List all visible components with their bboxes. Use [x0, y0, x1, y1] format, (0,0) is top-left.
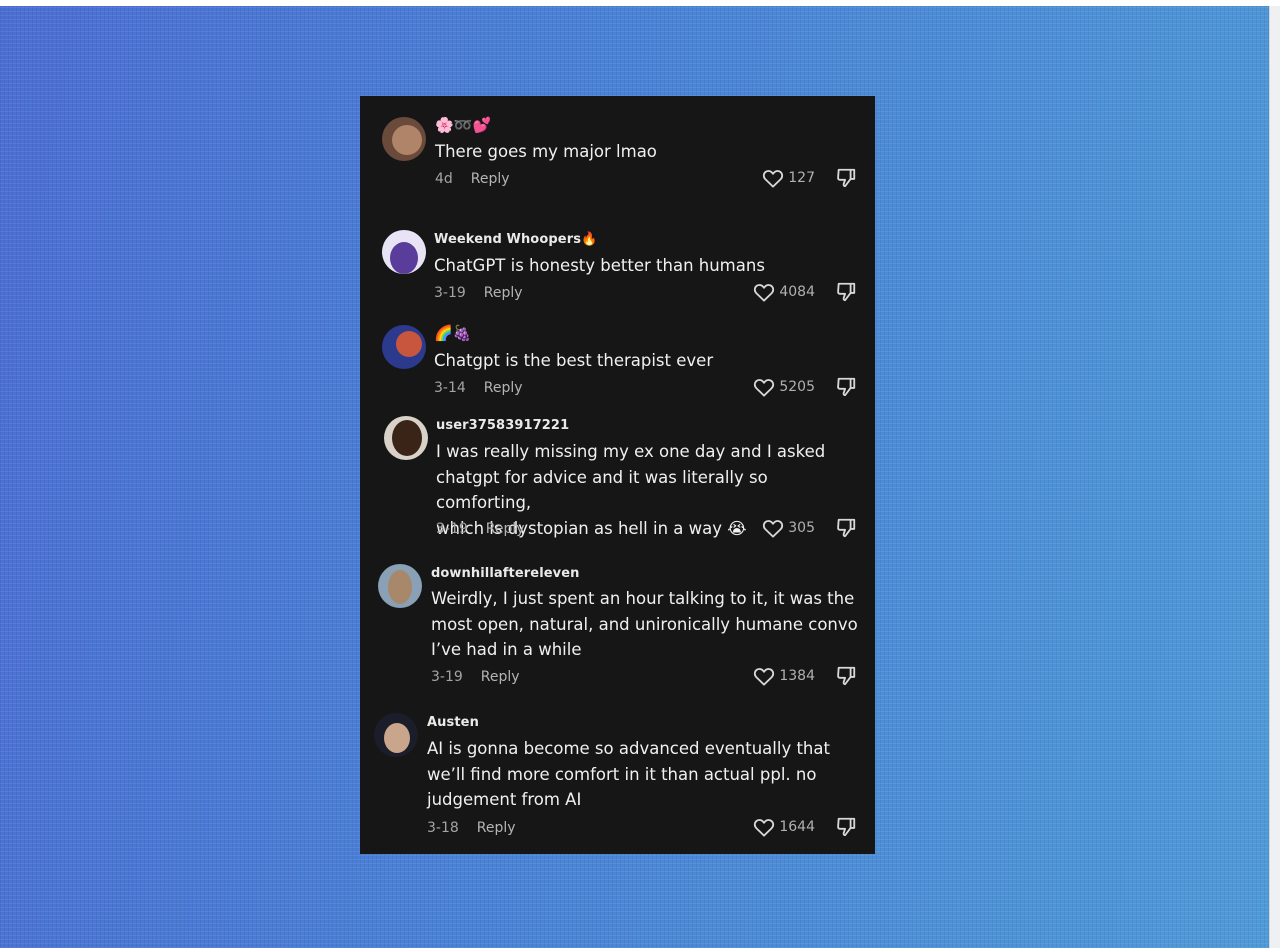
- like-button[interactable]: 5205: [753, 377, 815, 397]
- reply-button[interactable]: Reply: [484, 285, 523, 301]
- like-count: 305: [788, 520, 815, 536]
- comment-date: 4d: [435, 171, 453, 187]
- reply-button[interactable]: Reply: [471, 171, 510, 187]
- comment-meta: 3-14 Reply: [434, 380, 523, 396]
- reply-button[interactable]: Reply: [481, 669, 520, 685]
- comment-text: ChatGPT is honesty better than humans: [434, 256, 765, 275]
- comment-username[interactable]: 🌈🍇: [434, 324, 472, 342]
- avatar[interactable]: [382, 117, 426, 161]
- heart-icon: [763, 170, 784, 188]
- comment-text: AI is gonna become so advanced eventuall…: [427, 739, 830, 809]
- comment-meta: 3-19 Reply: [431, 669, 520, 685]
- like-count: 4084: [779, 284, 815, 300]
- comment-date: 3-19: [431, 669, 463, 685]
- avatar[interactable]: [382, 230, 426, 274]
- avatar[interactable]: [382, 325, 426, 369]
- comment-meta: 3-19 Reply: [436, 521, 525, 537]
- dislike-icon[interactable]: [835, 517, 857, 539]
- dislike-icon[interactable]: [835, 281, 857, 303]
- dislike-icon[interactable]: [835, 167, 857, 189]
- dislike-icon[interactable]: [835, 665, 857, 687]
- comment-meta: 3-19 Reply: [434, 285, 523, 301]
- like-count: 1384: [779, 668, 815, 684]
- comment-date: 3-14: [434, 380, 466, 396]
- like-button[interactable]: 1384: [753, 666, 815, 686]
- like-count: 1644: [779, 819, 815, 835]
- heart-icon: [754, 819, 775, 837]
- avatar[interactable]: [378, 564, 422, 608]
- comment-username[interactable]: downhillaftereleven: [431, 566, 580, 581]
- like-count: 127: [788, 170, 815, 186]
- comment-text: Chatgpt is the best therapist ever: [434, 351, 714, 370]
- like-button[interactable]: 305: [762, 518, 815, 538]
- comment-date: 3-18: [427, 820, 459, 836]
- comment-text: Weirdly, I just spent an hour talking to…: [431, 589, 858, 659]
- dislike-icon[interactable]: [835, 376, 857, 398]
- comments-panel: 🌸➿💕 There goes my major lmao 4d Reply 127…: [360, 96, 875, 854]
- page-scrollbar[interactable]: [1269, 6, 1280, 948]
- avatar[interactable]: [374, 713, 418, 757]
- like-button[interactable]: 1644: [753, 817, 815, 837]
- dislike-icon[interactable]: [835, 816, 857, 838]
- reply-button[interactable]: Reply: [486, 521, 525, 537]
- like-button[interactable]: 127: [762, 168, 815, 188]
- heart-icon: [754, 668, 775, 686]
- comment-date: 3-19: [434, 285, 466, 301]
- heart-icon: [754, 284, 775, 302]
- comment-username[interactable]: Austen: [427, 715, 479, 730]
- comment-meta: 4d Reply: [435, 171, 510, 187]
- comment-text: There goes my major lmao: [435, 142, 657, 161]
- avatar[interactable]: [384, 416, 428, 460]
- comment-username[interactable]: Weekend Whoopers🔥: [434, 232, 597, 247]
- comment-meta: 3-18 Reply: [427, 820, 516, 836]
- reply-button[interactable]: Reply: [484, 380, 523, 396]
- reply-button[interactable]: Reply: [477, 820, 516, 836]
- like-count: 5205: [779, 379, 815, 395]
- heart-icon: [763, 520, 784, 538]
- like-button[interactable]: 4084: [753, 282, 815, 302]
- heart-icon: [754, 379, 775, 397]
- comment-date: 3-19: [436, 521, 468, 537]
- comment-username[interactable]: 🌸➿💕: [435, 116, 491, 134]
- comment-username[interactable]: user37583917221: [436, 418, 569, 433]
